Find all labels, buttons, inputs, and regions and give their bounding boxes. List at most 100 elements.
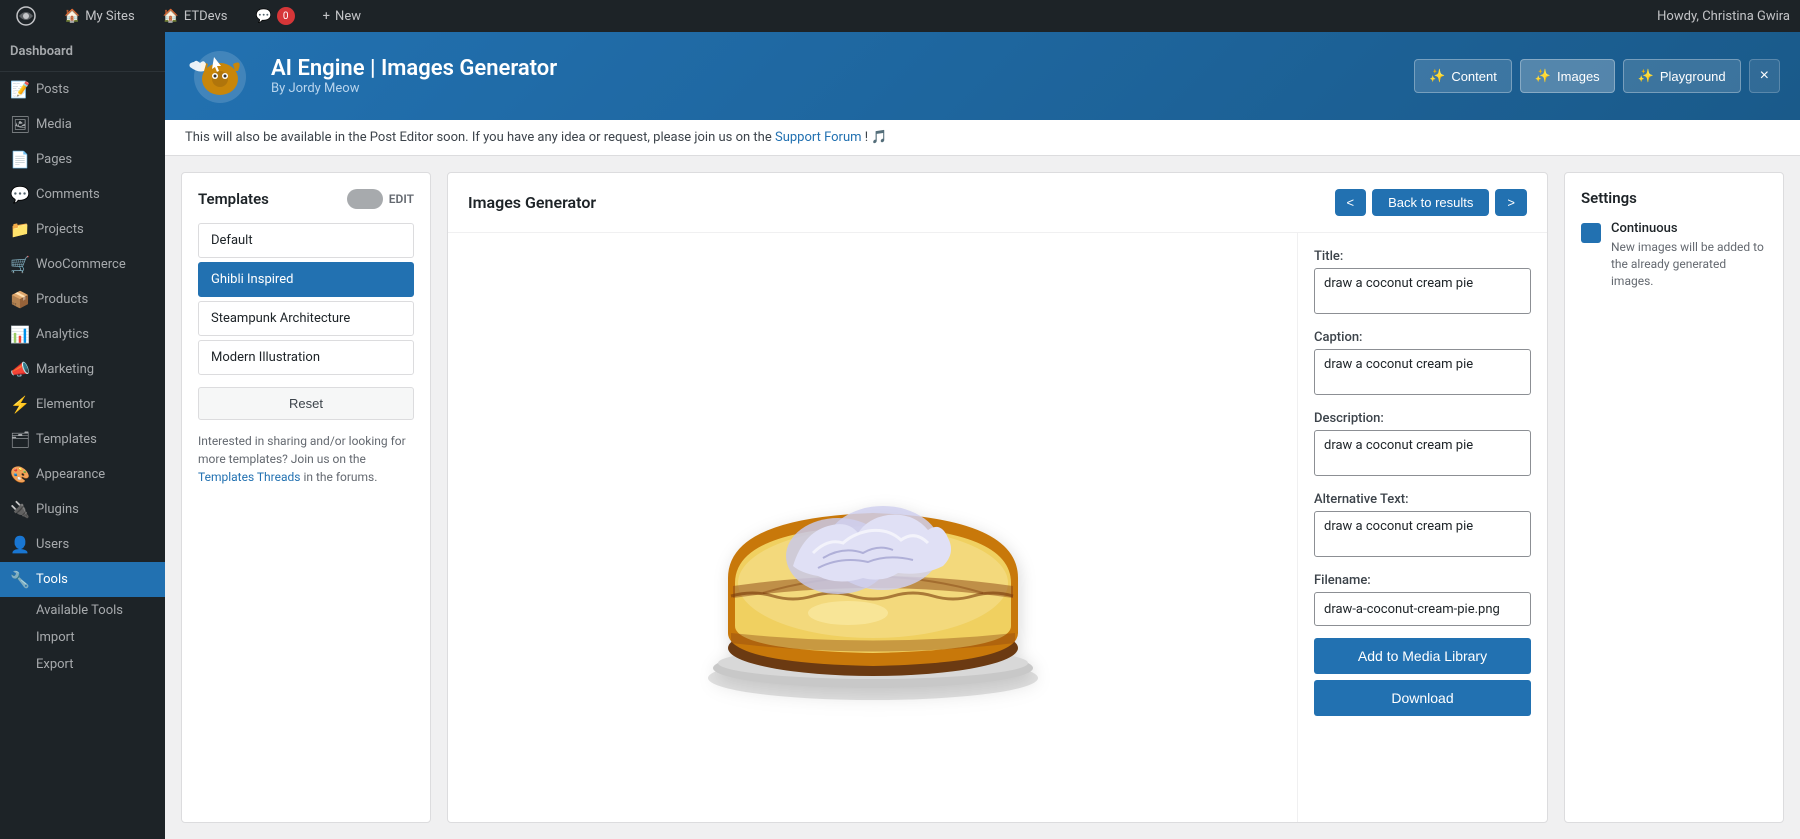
edit-toggle[interactable] (347, 189, 383, 209)
title-label: Title: (1314, 249, 1531, 264)
users-icon: 👤 (10, 535, 28, 554)
sidebar-item-products[interactable]: 📦 Products (0, 282, 165, 317)
pages-icon: 📄 (10, 150, 28, 169)
sidebar-item-appearance[interactable]: 🎨 Appearance (0, 457, 165, 492)
reset-button[interactable]: Reset (198, 387, 414, 420)
content-area: AI Engine | Images Generator By Jordy Me… (165, 32, 1800, 839)
next-button[interactable]: > (1495, 189, 1527, 216)
generator-title: Images Generator (468, 193, 596, 212)
adminbar-wp-logo[interactable] (10, 0, 42, 32)
back-to-results-button[interactable]: Back to results (1372, 189, 1489, 216)
comment-count: 0 (277, 7, 295, 25)
templates-note: Interested in sharing and/or looking for… (198, 432, 414, 486)
products-icon: 📦 (10, 290, 28, 309)
content-button[interactable]: ✨ Content (1414, 59, 1512, 93)
sidebar-item-analytics[interactable]: 📊 Analytics (0, 317, 165, 352)
close-button[interactable]: × (1749, 59, 1780, 93)
alt-label: Alternative Text: (1314, 492, 1531, 507)
sidebar-item-posts[interactable]: 📝 Posts (0, 72, 165, 107)
download-button[interactable]: Download (1314, 680, 1531, 716)
plugin-title: AI Engine | Images Generator (271, 56, 1398, 81)
title-field[interactable]: draw a coconut cream pie (1314, 268, 1531, 314)
edit-label: EDIT (389, 192, 414, 206)
images-button[interactable]: ✨ Images (1520, 59, 1615, 93)
filename-field[interactable] (1314, 592, 1531, 626)
template-default[interactable]: Default (198, 223, 414, 258)
templates-panel: Templates EDIT Default Ghibli Inspired S… (181, 172, 431, 823)
add-to-library-button[interactable]: Add to Media Library (1314, 638, 1531, 674)
site-home-icon: 🏠 (163, 9, 179, 24)
sidebar-item-templates[interactable]: 🗂 Templates (0, 422, 165, 457)
support-forum-link[interactable]: Support Forum (775, 130, 862, 145)
templates-icon: 🗂 (10, 430, 28, 449)
sidebar-sub-export[interactable]: Export (0, 651, 165, 678)
continuous-label: Continuous (1611, 221, 1767, 236)
sidebar-item-woocommerce[interactable]: 🛒 WooCommerce (0, 247, 165, 282)
prev-button[interactable]: < (1335, 189, 1367, 216)
caption-field[interactable]: draw a coconut cream pie (1314, 349, 1531, 395)
toggle-group: EDIT (347, 189, 414, 209)
sidebar-item-tools[interactable]: 🔧 Tools (0, 562, 165, 597)
playground-sun-icon: ✨ (1638, 68, 1654, 84)
sidebar-item-users[interactable]: 👤 Users (0, 527, 165, 562)
settings-title: Settings (1581, 189, 1767, 207)
meta-panel: Title: draw a coconut cream pie Caption:… (1297, 233, 1547, 822)
adminbar-user: Howdy, Christina Gwira (1657, 9, 1790, 24)
template-list: Default Ghibli Inspired Steampunk Archit… (198, 223, 414, 375)
generator-body: Title: draw a coconut cream pie Caption:… (448, 233, 1547, 822)
template-steampunk[interactable]: Steampunk Architecture (198, 301, 414, 336)
continuous-checkbox[interactable] (1581, 223, 1601, 243)
description-field[interactable]: draw a coconut cream pie (1314, 430, 1531, 476)
tools-icon: 🔧 (10, 570, 28, 589)
caption-label: Caption: (1314, 330, 1531, 345)
filename-label: Filename: (1314, 573, 1531, 588)
sidebar-item-plugins[interactable]: 🔌 Plugins (0, 492, 165, 527)
plugin-header: AI Engine | Images Generator By Jordy Me… (165, 32, 1800, 120)
template-ghibli[interactable]: Ghibli Inspired (198, 262, 414, 297)
close-icon: × (1760, 67, 1769, 84)
analytics-icon: 📊 (10, 325, 28, 344)
page-body: Templates EDIT Default Ghibli Inspired S… (165, 156, 1800, 839)
plugin-subtitle: By Jordy Meow (271, 81, 1398, 96)
plugin-title-area: AI Engine | Images Generator By Jordy Me… (271, 56, 1398, 96)
admin-bar: 🏠 My Sites 🏠 ETDevs 💬 0 + New Howdy, Chr… (0, 0, 1800, 32)
nav-buttons: < Back to results > (1335, 189, 1527, 216)
info-bar: This will also be available in the Post … (165, 120, 1800, 156)
adminbar-comments[interactable]: 💬 0 (249, 0, 300, 32)
appearance-icon: 🎨 (10, 465, 28, 484)
sidebar-item-media[interactable]: 🖼 Media (0, 107, 165, 142)
adminbar-site-name[interactable]: 🏠 ETDevs (157, 0, 234, 32)
alt-field[interactable]: draw a coconut cream pie (1314, 511, 1531, 557)
header-buttons: ✨ Content ✨ Images ✨ Playground × (1414, 59, 1780, 93)
sidebar-sub-import[interactable]: Import (0, 624, 165, 651)
posts-icon: 📝 (10, 80, 28, 99)
plugin-logo (185, 46, 255, 106)
content-sun-icon: ✨ (1429, 68, 1445, 84)
sidebar-item-projects[interactable]: 📁 Projects (0, 212, 165, 247)
image-area (448, 233, 1297, 822)
playground-button[interactable]: ✨ Playground (1623, 59, 1741, 93)
adminbar-new[interactable]: + New (317, 0, 367, 32)
generator-panel: Images Generator < Back to results > (447, 172, 1548, 823)
plus-icon: + (323, 9, 330, 24)
sidebar-item-pages[interactable]: 📄 Pages (0, 142, 165, 177)
adminbar-my-sites[interactable]: 🏠 My Sites (58, 0, 141, 32)
images-sun-icon: ✨ (1535, 68, 1551, 84)
sidebar-dashboard[interactable]: Dashboard (0, 32, 165, 72)
home-icon: 🏠 (64, 9, 80, 24)
description-label: Description: (1314, 411, 1531, 426)
continuous-description: New images will be added to the already … (1611, 239, 1767, 289)
plugins-icon: 🔌 (10, 500, 28, 519)
woocommerce-icon: 🛒 (10, 255, 28, 274)
elementor-icon: ⚡ (10, 395, 28, 414)
templates-title: Templates (198, 190, 269, 208)
sidebar: Dashboard 📝 Posts 🖼 Media 📄 Pages 💬 Comm… (0, 32, 165, 839)
sidebar-item-comments[interactable]: 💬 Comments (0, 177, 165, 212)
templates-threads-link[interactable]: Templates Threads (198, 470, 300, 484)
sidebar-sub-available-tools[interactable]: Available Tools (0, 597, 165, 624)
pie-image (673, 338, 1073, 718)
sidebar-item-marketing[interactable]: 📣 Marketing (0, 352, 165, 387)
sidebar-item-elementor[interactable]: ⚡ Elementor (0, 387, 165, 422)
template-modern[interactable]: Modern Illustration (198, 340, 414, 375)
panel-header: Templates EDIT (198, 189, 414, 209)
